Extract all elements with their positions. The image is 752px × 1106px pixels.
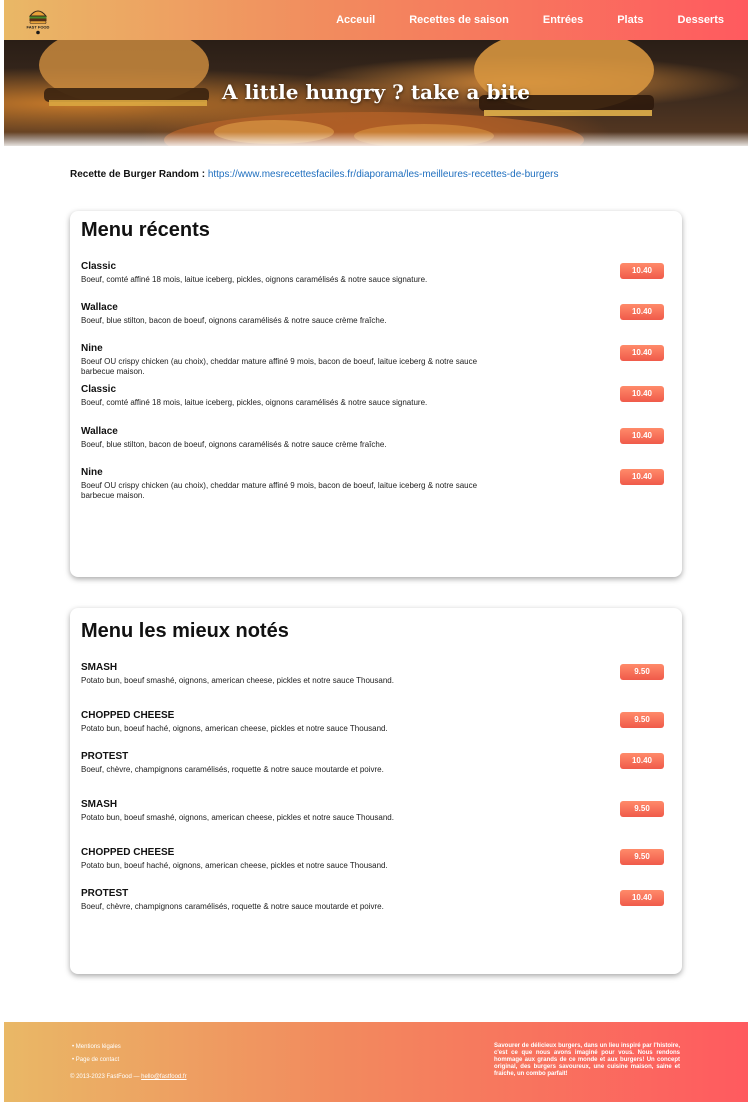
menu-item: Classic Boeuf, comté affiné 18 mois, lai… [81, 261, 664, 285]
price-badge[interactable]: 10.40 [620, 304, 664, 320]
burger-logo-icon: FAST FOOD [27, 10, 50, 35]
menu-item-name: Wallace [81, 426, 118, 437]
menu-item-name: PROTEST [81, 888, 129, 899]
top-rated-menu-title: Menu les mieux notés [81, 620, 289, 642]
nav-link-recettes-de-saison[interactable]: Recettes de saison [409, 14, 509, 26]
top-rated-menu-card: Menu les mieux notés SMASH Potato bun, b… [70, 608, 682, 974]
recent-menu-card: Menu récents Classic Boeuf, comté affiné… [70, 211, 682, 577]
random-recipe-label: Recette de Burger Random : [70, 169, 206, 180]
price-badge[interactable]: 9.50 [620, 712, 664, 728]
menu-item-name: Nine [81, 467, 103, 478]
menu-item: SMASH Potato bun, boeuf smashé, oignons,… [81, 662, 664, 686]
price-badge[interactable]: 10.40 [620, 345, 664, 361]
price-badge[interactable]: 10.40 [620, 469, 664, 485]
footer-links: Mentions légales Page de contact [72, 1044, 121, 1070]
fastfood-logo[interactable]: FAST FOOD [26, 4, 50, 36]
menu-item: CHOPPED CHEESE Potato bun, boeuf haché, … [81, 710, 664, 734]
copyright: © 2013-2023 FastFood — hello@fastfood.fr [70, 1074, 187, 1080]
nav-link-desserts[interactable]: Desserts [678, 14, 724, 26]
menu-item-description: Boeuf, blue stilton, bacon de boeuf, oig… [81, 440, 387, 449]
nav-link-plats[interactable]: Plats [617, 14, 643, 26]
price-badge[interactable]: 9.50 [620, 664, 664, 680]
menu-item-name: Wallace [81, 302, 118, 313]
footer-email-link[interactable]: hello@fastfood.fr [141, 1074, 186, 1080]
footer-about-text: Savourer de délicieux burgers, dans un l… [494, 1043, 680, 1077]
hero-fade [4, 132, 748, 146]
price-badge[interactable]: 10.40 [620, 263, 664, 279]
menu-item: PROTEST Boeuf, chèvre, champignons caram… [81, 751, 664, 775]
menu-item-name: CHOPPED CHEESE [81, 710, 175, 721]
menu-item: Nine Boeuf OU crispy chicken (au choix),… [81, 467, 664, 501]
menu-item-name: SMASH [81, 662, 118, 673]
price-badge[interactable]: 10.40 [620, 890, 664, 906]
menu-item-description: Boeuf, chèvre, champignons caramélisés, … [81, 902, 384, 911]
menu-item: Classic Boeuf, comté affiné 18 mois, lai… [81, 384, 664, 408]
footer: Mentions légales Page de contact © 2013-… [4, 1022, 748, 1102]
menu-item-description: Boeuf OU crispy chicken (au choix), ched… [81, 481, 478, 500]
random-recipe-line: Recette de Burger Random : https://www.m… [70, 169, 559, 180]
menu-item: Nine Boeuf OU crispy chicken (au choix),… [81, 343, 664, 377]
menu-item-description: Boeuf OU crispy chicken (au choix), ched… [81, 357, 478, 376]
price-badge[interactable]: 9.50 [620, 849, 664, 865]
menu-item-description: Potato bun, boeuf smashé, oignons, ameri… [81, 676, 394, 685]
menu-item: Wallace Boeuf, blue stilton, bacon de bo… [81, 302, 664, 326]
menu-item: SMASH Potato bun, boeuf smashé, oignons,… [81, 799, 664, 823]
menu-item-name: Classic [81, 261, 117, 272]
hero-title: A little hungry ? take a bite [221, 80, 531, 104]
random-recipe-link[interactable]: https://www.mesrecettesfaciles.fr/diapor… [208, 169, 559, 180]
logo-text: FAST FOOD [27, 25, 50, 30]
menu-item: CHOPPED CHEESE Potato bun, boeuf haché, … [81, 847, 664, 871]
menu-item-description: Potato bun, boeuf haché, oignons, americ… [81, 861, 388, 870]
menu-item: PROTEST Boeuf, chèvre, champignons caram… [81, 888, 664, 912]
navbar: FAST FOOD Acceuil Recettes de saison Ent… [4, 0, 748, 40]
menu-item-description: Boeuf, comté affiné 18 mois, laitue iceb… [81, 398, 428, 407]
price-badge[interactable]: 10.40 [620, 428, 664, 444]
copyright-text: © 2013-2023 FastFood — [70, 1074, 140, 1080]
menu-item-name: PROTEST [81, 751, 129, 762]
hero-banner: A little hungry ? take a bite [4, 40, 748, 146]
menu-item-description: Boeuf, chèvre, champignons caramélisés, … [81, 765, 384, 774]
menu-item-description: Boeuf, comté affiné 18 mois, laitue iceb… [81, 275, 428, 284]
menu-item: Wallace Boeuf, blue stilton, bacon de bo… [81, 426, 664, 450]
price-badge[interactable]: 9.50 [620, 801, 664, 817]
main-nav: Acceuil Recettes de saison Entrées Plats… [326, 0, 748, 40]
footer-link-contact[interactable]: Page de contact [72, 1057, 121, 1063]
menu-item-description: Boeuf, blue stilton, bacon de boeuf, oig… [81, 316, 387, 325]
nav-link-accueil[interactable]: Acceuil [336, 14, 375, 26]
price-badge[interactable]: 10.40 [620, 386, 664, 402]
nav-link-entrees[interactable]: Entrées [543, 14, 583, 26]
recent-menu-title: Menu récents [81, 219, 210, 241]
price-badge[interactable]: 10.40 [620, 753, 664, 769]
menu-item-name: CHOPPED CHEESE [81, 847, 175, 858]
footer-link-mentions-legales[interactable]: Mentions légales [72, 1044, 121, 1050]
menu-item-description: Potato bun, boeuf smashé, oignons, ameri… [81, 813, 394, 822]
menu-item-name: SMASH [81, 799, 118, 810]
menu-item-name: Classic [81, 384, 117, 395]
menu-item-description: Potato bun, boeuf haché, oignons, americ… [81, 724, 388, 733]
menu-item-name: Nine [81, 343, 103, 354]
